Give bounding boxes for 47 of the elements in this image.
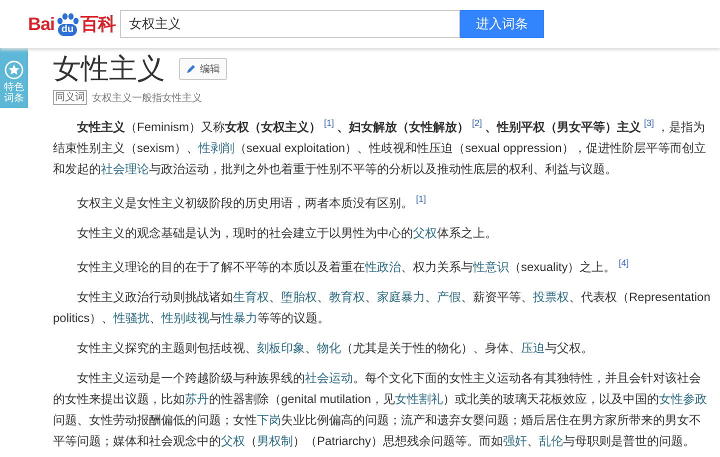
text-link[interactable]: 性剥削 — [198, 141, 234, 155]
text-link[interactable]: 男权制 — [257, 434, 293, 448]
text-link[interactable]: 产假 — [437, 290, 461, 304]
text-link[interactable]: 性意识 — [473, 260, 509, 274]
paragraph: 女性主义探究的主题则包括歧视、刻板印象、物化（尤其是关于性的物化）、身体、压迫与父权。 — [76, 340, 594, 357]
text-link[interactable]: 女性割礼 — [395, 392, 444, 406]
logo-text: 百科 — [80, 13, 116, 36]
reference-link[interactable]: [3] — [644, 118, 654, 128]
pencil-icon — [186, 64, 196, 74]
text-link[interactable]: 父权 — [413, 226, 437, 240]
reference-link[interactable]: [1] — [416, 194, 426, 204]
text-link[interactable]: 父权 — [221, 434, 245, 448]
reference-link[interactable]: [4] — [618, 258, 629, 268]
text-link[interactable]: 苏丹 — [185, 392, 209, 406]
text-link[interactable]: 生育权 — [233, 290, 269, 304]
text-link[interactable]: 堕胎权 — [281, 290, 317, 304]
text-link[interactable]: 教育权 — [329, 290, 365, 304]
reference-link[interactable]: [2] — [472, 118, 482, 128]
text-link[interactable]: 性骚扰 — [114, 311, 150, 325]
edit-button[interactable]: 编辑 — [179, 58, 227, 80]
logo-text: Bai — [28, 14, 55, 34]
page-title: 女性主义 — [53, 52, 165, 86]
text-link[interactable]: 性暴力 — [222, 311, 258, 325]
enter-entry-button[interactable]: 进入词条 — [460, 10, 544, 38]
text-link[interactable]: 社会运动 — [305, 371, 353, 385]
text-link[interactable]: 社会理论 — [101, 162, 149, 176]
synonym-tag: 同义词 — [53, 90, 87, 105]
paragraph: 女权主义是女性主义初级阶段的历史用语，两者本质没有区别。 $^{[1]}$ — [76, 193, 428, 212]
text-link[interactable]: 女性参政 — [659, 392, 708, 406]
text-link[interactable]: 强奸 — [503, 434, 528, 448]
paragraph: 女性主义（Feminism）又称女权（女权主义） $^{[1]}$ 、妇女解放（女性解放） $^{[2]}$ 、性别平权（男女平等）主义 $^{[3]}$ ，是指为结束性别主义（sexism）、性剥削（sexual exploitation）、性歧视和性压迫（sexual oppression），促进性阶层平等而创立和发起的社会理论与政治运动，批判之外也着重于性别不平等的分析以及推动性底层的权利、利益与议题。 — [53, 117, 707, 178]
text-link[interactable]: 性别歧视 — [162, 311, 210, 325]
text-link[interactable]: 性政治 — [365, 260, 401, 274]
text-link[interactable]: 乱伦 — [539, 434, 564, 448]
text-link[interactable]: 压迫 — [521, 341, 545, 355]
text-link[interactable]: 投票权 — [533, 290, 569, 304]
reference-link[interactable]: [1] — [324, 118, 334, 128]
text-link[interactable]: 刻板印象 — [257, 341, 305, 355]
text-link[interactable]: 物化 — [317, 341, 341, 355]
paragraph: 女性主义理论的目的在于了解不平等的本质以及着重在性政治、权力关系与性意识（sexuality）之上。 $^{[4]}$ — [76, 257, 630, 276]
paragraph: 女性主义政治行动则挑战诸如生育权、堕胎权、教育权、家庭暴力、产假、薪资平等、投票权、代表权（Representation politics）、性骚扰、性别歧视与性暴力等等的议题。 — [53, 289, 712, 327]
paragraph: 女性主义的观念基础是认为，现时的社会建立于以男性为中心的父权体系之上。 — [76, 225, 498, 242]
search-field[interactable]: 女权主义 — [120, 10, 460, 38]
text-link[interactable]: 下岗 — [257, 413, 281, 427]
text-link[interactable]: 家庭暴力 — [377, 290, 425, 304]
synonym-note: 女权主义一般指女性主义 — [92, 92, 202, 104]
paragraph: 女性主义运动是一个跨越阶级与种族界线的社会运动。每个文化下面的女性主义运动各有其独特性，并且会针对该社会的女性来提出议题，比如苏丹的性器割除（genital mutilation，见女性割礼）或北美的玻璃天花板效应，以及中国的女性参政 问题、女性劳动报酬偏低的问题；女性下岗失业比例偏高的问题；流产和遗弃女婴问题；婚后居住在男方家所带来的男女不平等问题；媒体和社会观念中的父权（男权制）（Patriarchy）思想残余问题等。而如强奸、乱伦与母职则是普世的问题。 — [53, 370, 708, 450]
